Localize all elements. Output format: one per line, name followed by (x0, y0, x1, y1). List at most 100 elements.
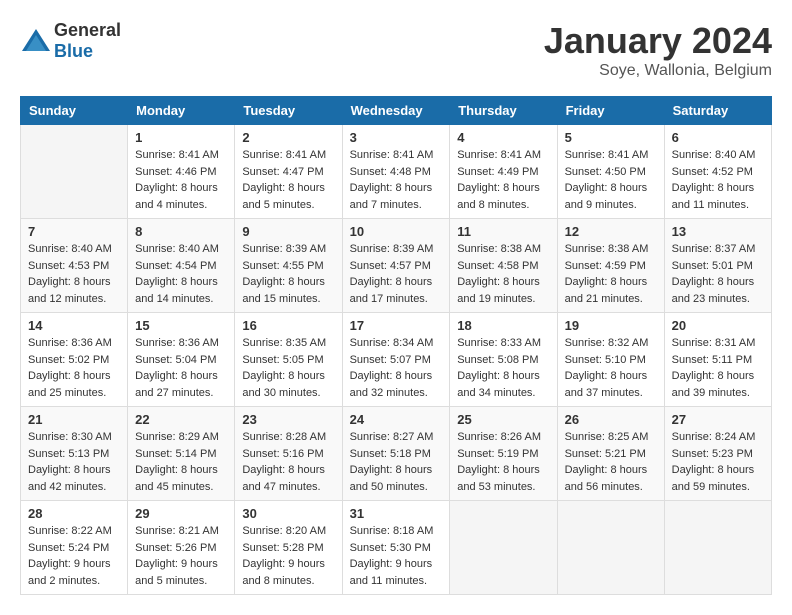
calendar-cell: 11 Sunrise: 8:38 AMSunset: 4:58 PMDayligh… (450, 219, 557, 313)
calendar-cell: 29 Sunrise: 8:21 AMSunset: 5:26 PMDayligh… (128, 501, 235, 595)
calendar-cell: 15 Sunrise: 8:36 AMSunset: 5:04 PMDayligh… (128, 313, 235, 407)
day-number: 19 (565, 318, 657, 333)
day-number: 4 (457, 130, 549, 145)
logo-general: General (54, 20, 121, 40)
calendar-week-row: 28Sunrise: 8:22 AMSunset: 5:24 PMDayligh… (21, 501, 772, 595)
logo: General Blue (20, 20, 121, 62)
day-info: Sunrise: 8:40 AMSunset: 4:52 PMDaylight:… (672, 147, 764, 213)
day-number: 5 (565, 130, 657, 145)
calendar-cell: 8 Sunrise: 8:40 AMSunset: 4:54 PMDaylight… (128, 219, 235, 313)
weekday-header: Saturday (664, 97, 771, 125)
day-info: Sunrise: 8:41 AMSunset: 4:48 PMDaylight:… (350, 147, 443, 213)
day-info: Sunrise: 8:38 AMSunset: 4:58 PMDaylight:… (457, 241, 549, 307)
day-info: Sunrise: 8:40 AMSunset: 4:54 PMDaylight:… (135, 241, 227, 307)
day-info: Sunrise: 8:24 AMSunset: 5:23 PMDaylight:… (672, 429, 764, 495)
calendar-cell: 3 Sunrise: 8:41 AMSunset: 4:48 PMDaylight… (342, 125, 450, 219)
calendar-cell: 26Sunrise: 8:25 AMSunset: 5:21 PMDayligh… (557, 407, 664, 501)
day-info: Sunrise: 8:34 AMSunset: 5:07 PMDaylight:… (350, 335, 443, 401)
calendar-cell: 7Sunrise: 8:40 AMSunset: 4:53 PMDaylight… (21, 219, 128, 313)
day-info: Sunrise: 8:39 AMSunset: 4:55 PMDaylight:… (242, 241, 334, 307)
calendar-cell (664, 501, 771, 595)
day-number: 6 (672, 130, 764, 145)
calendar-cell: 28Sunrise: 8:22 AMSunset: 5:24 PMDayligh… (21, 501, 128, 595)
day-info: Sunrise: 8:28 AMSunset: 5:16 PMDaylight:… (242, 429, 334, 495)
location: Soye, Wallonia, Belgium (544, 62, 772, 80)
calendar-cell: 20 Sunrise: 8:31 AMSunset: 5:11 PMDayligh… (664, 313, 771, 407)
calendar-cell: 1 Sunrise: 8:41 AMSunset: 4:46 PMDaylight… (128, 125, 235, 219)
calendar-cell: 18Sunrise: 8:33 AMSunset: 5:08 PMDayligh… (450, 313, 557, 407)
calendar-cell: 27 Sunrise: 8:24 AMSunset: 5:23 PMDayligh… (664, 407, 771, 501)
day-info: Sunrise: 8:21 AMSunset: 5:26 PMDaylight:… (135, 523, 227, 589)
calendar-week-row: 14 Sunrise: 8:36 AMSunset: 5:02 PMDayligh… (21, 313, 772, 407)
calendar-header-row: SundayMondayTuesdayWednesdayThursdayFrid… (21, 97, 772, 125)
day-info: Sunrise: 8:25 AMSunset: 5:21 PMDaylight:… (565, 429, 657, 495)
calendar-cell: 16Sunrise: 8:35 AMSunset: 5:05 PMDayligh… (235, 313, 342, 407)
day-number: 20 (672, 318, 764, 333)
logo-text: General Blue (54, 20, 121, 62)
calendar-cell: 14 Sunrise: 8:36 AMSunset: 5:02 PMDayligh… (21, 313, 128, 407)
day-number: 11 (457, 224, 549, 239)
day-number: 9 (242, 224, 334, 239)
calendar-cell: 21 Sunrise: 8:30 AMSunset: 5:13 PMDayligh… (21, 407, 128, 501)
calendar-cell: 25Sunrise: 8:26 AMSunset: 5:19 PMDayligh… (450, 407, 557, 501)
day-info: Sunrise: 8:37 AMSunset: 5:01 PMDaylight:… (672, 241, 764, 307)
day-info: Sunrise: 8:41 AMSunset: 4:46 PMDaylight:… (135, 147, 227, 213)
calendar-week-row: 7Sunrise: 8:40 AMSunset: 4:53 PMDaylight… (21, 219, 772, 313)
logo-icon (20, 27, 52, 55)
calendar-cell (21, 125, 128, 219)
day-number: 27 (672, 412, 764, 427)
day-number: 23 (242, 412, 334, 427)
calendar-week-row: 21 Sunrise: 8:30 AMSunset: 5:13 PMDayligh… (21, 407, 772, 501)
day-info: Sunrise: 8:27 AMSunset: 5:18 PMDaylight:… (350, 429, 443, 495)
calendar-cell (450, 501, 557, 595)
calendar-cell: 13Sunrise: 8:37 AMSunset: 5:01 PMDayligh… (664, 219, 771, 313)
day-number: 31 (350, 506, 443, 521)
day-info: Sunrise: 8:31 AMSunset: 5:11 PMDaylight:… (672, 335, 764, 401)
day-number: 2 (242, 130, 334, 145)
day-number: 15 (135, 318, 227, 333)
day-number: 17 (350, 318, 443, 333)
day-number: 3 (350, 130, 443, 145)
calendar-cell: 12 Sunrise: 8:38 AMSunset: 4:59 PMDayligh… (557, 219, 664, 313)
day-info: Sunrise: 8:36 AMSunset: 5:02 PMDaylight:… (28, 335, 120, 401)
day-number: 10 (350, 224, 443, 239)
day-number: 21 (28, 412, 120, 427)
day-info: Sunrise: 8:33 AMSunset: 5:08 PMDaylight:… (457, 335, 549, 401)
calendar-table: SundayMondayTuesdayWednesdayThursdayFrid… (20, 96, 772, 595)
calendar-cell: 2 Sunrise: 8:41 AMSunset: 4:47 PMDaylight… (235, 125, 342, 219)
calendar-cell: 19 Sunrise: 8:32 AMSunset: 5:10 PMDayligh… (557, 313, 664, 407)
page-header: General Blue January 2024 Soye, Wallonia… (20, 20, 772, 80)
day-info: Sunrise: 8:30 AMSunset: 5:13 PMDaylight:… (28, 429, 120, 495)
day-number: 16 (242, 318, 334, 333)
calendar-cell: 31 Sunrise: 8:18 AMSunset: 5:30 PMDayligh… (342, 501, 450, 595)
day-number: 7 (28, 224, 120, 239)
calendar-cell: 9 Sunrise: 8:39 AMSunset: 4:55 PMDaylight… (235, 219, 342, 313)
day-number: 8 (135, 224, 227, 239)
title-block: January 2024 Soye, Wallonia, Belgium (544, 20, 772, 80)
calendar-cell: 17 Sunrise: 8:34 AMSunset: 5:07 PMDayligh… (342, 313, 450, 407)
day-number: 24 (350, 412, 443, 427)
day-number: 14 (28, 318, 120, 333)
day-number: 12 (565, 224, 657, 239)
day-number: 22 (135, 412, 227, 427)
day-number: 1 (135, 130, 227, 145)
calendar-cell: 22 Sunrise: 8:29 AMSunset: 5:14 PMDayligh… (128, 407, 235, 501)
day-info: Sunrise: 8:18 AMSunset: 5:30 PMDaylight:… (350, 523, 443, 589)
weekday-header: Wednesday (342, 97, 450, 125)
calendar-week-row: 1 Sunrise: 8:41 AMSunset: 4:46 PMDaylight… (21, 125, 772, 219)
logo-blue: Blue (54, 41, 93, 61)
day-info: Sunrise: 8:29 AMSunset: 5:14 PMDaylight:… (135, 429, 227, 495)
day-info: Sunrise: 8:38 AMSunset: 4:59 PMDaylight:… (565, 241, 657, 307)
weekday-header: Monday (128, 97, 235, 125)
day-info: Sunrise: 8:36 AMSunset: 5:04 PMDaylight:… (135, 335, 227, 401)
day-info: Sunrise: 8:41 AMSunset: 4:47 PMDaylight:… (242, 147, 334, 213)
calendar-cell: 24 Sunrise: 8:27 AMSunset: 5:18 PMDayligh… (342, 407, 450, 501)
day-number: 25 (457, 412, 549, 427)
day-info: Sunrise: 8:32 AMSunset: 5:10 PMDaylight:… (565, 335, 657, 401)
day-info: Sunrise: 8:20 AMSunset: 5:28 PMDaylight:… (242, 523, 334, 589)
day-number: 29 (135, 506, 227, 521)
calendar-cell: 10Sunrise: 8:39 AMSunset: 4:57 PMDayligh… (342, 219, 450, 313)
weekday-header: Sunday (21, 97, 128, 125)
day-info: Sunrise: 8:41 AMSunset: 4:50 PMDaylight:… (565, 147, 657, 213)
day-number: 28 (28, 506, 120, 521)
